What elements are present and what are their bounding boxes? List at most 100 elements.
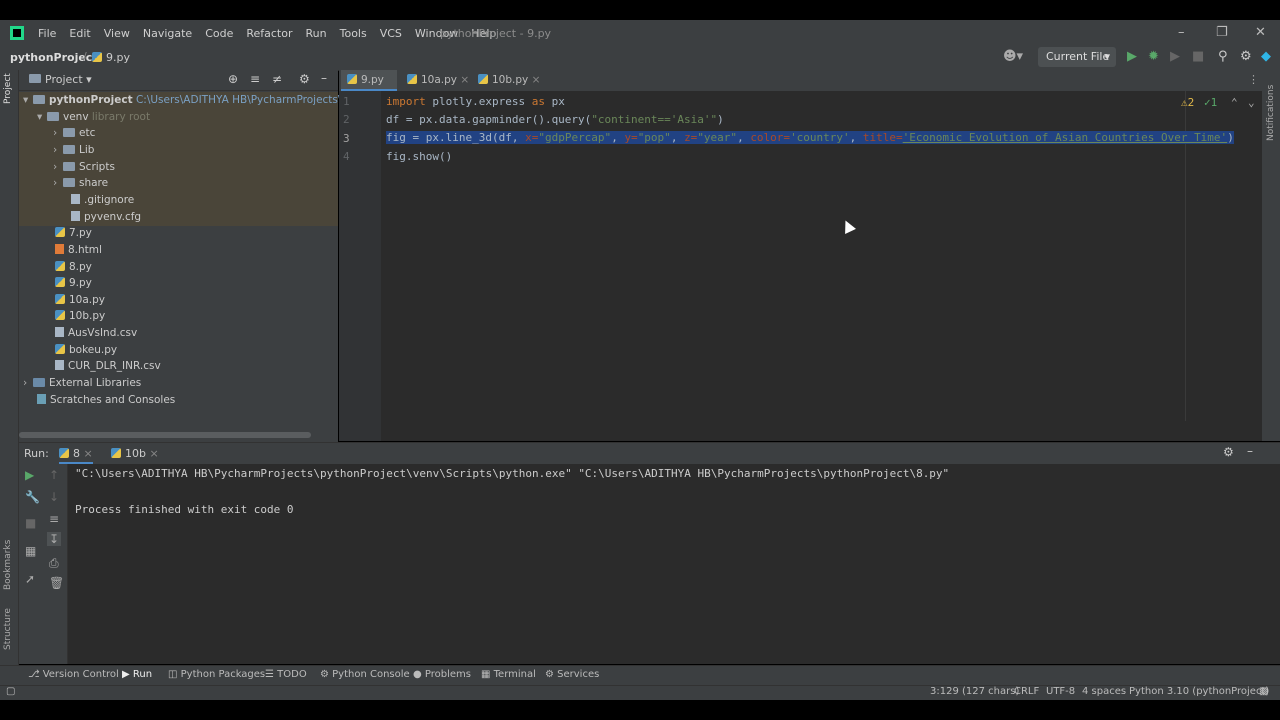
run-configuration-select[interactable]: Current File ▾: [1038, 47, 1116, 67]
expand-all-icon[interactable]: ≡: [250, 72, 260, 86]
close-tab-icon[interactable]: ×: [149, 447, 158, 460]
tool-window-label: Run: [132, 669, 153, 680]
project-view-select[interactable]: Project ▾: [45, 73, 92, 86]
tree-item-file[interactable]: 10a.py: [55, 292, 105, 309]
rerun-icon[interactable]: ▶: [25, 468, 34, 482]
jetbrains-ai-icon[interactable]: ◆: [1261, 49, 1271, 64]
minimize-icon[interactable]: –: [1178, 25, 1185, 40]
menu-tools[interactable]: Tools: [340, 27, 367, 40]
python-file-icon: [55, 294, 65, 304]
tree-item-file[interactable]: bokeu.py: [55, 342, 117, 359]
restore-icon[interactable]: ❐: [1216, 25, 1228, 40]
trash-icon[interactable]: 🗑: [49, 576, 64, 590]
close-tab-icon[interactable]: ×: [532, 74, 541, 86]
debug-icon[interactable]: ✹: [1148, 49, 1159, 64]
user-icon[interactable]: ☻▾: [1003, 49, 1023, 64]
menu-run[interactable]: Run: [306, 27, 327, 40]
close-icon[interactable]: ✕: [1255, 25, 1266, 40]
hide-run-panel-icon[interactable]: –: [1247, 444, 1253, 458]
tree-item-file[interactable]: 8.html: [55, 242, 102, 259]
status-layout-icon[interactable]: ▢: [6, 686, 15, 697]
layout-icon[interactable]: ▦: [25, 544, 36, 558]
tree-item-folder[interactable]: › Scripts: [53, 159, 115, 176]
settings-gear-icon[interactable]: ⚙: [1240, 49, 1252, 64]
tab-10b-py[interactable]: 10b.py ×: [472, 70, 550, 91]
down-arrow-icon[interactable]: ↓: [49, 490, 59, 504]
menu-navigate[interactable]: Navigate: [143, 27, 192, 40]
status-caret-position[interactable]: 3:129 (127 chars): [930, 686, 1019, 697]
code-token: fig = px.line_3d(df,: [386, 131, 526, 144]
tab-10a-py[interactable]: 10a.py ×: [401, 70, 479, 91]
status-interpreter[interactable]: Python 3.10 (pythonProject): [1129, 686, 1269, 697]
stop-icon[interactable]: ■: [1192, 49, 1204, 64]
tool-python-console[interactable]: ⚙ Python Console: [320, 669, 410, 680]
tab-9-py[interactable]: 9.py ×: [341, 70, 397, 107]
coverage-icon[interactable]: ▶: [1170, 49, 1180, 64]
menu-edit[interactable]: Edit: [69, 27, 90, 40]
status-indent[interactable]: 4 spaces: [1082, 686, 1126, 697]
run-tab-10b[interactable]: 10b ×: [111, 447, 159, 460]
horizontal-scrollbar[interactable]: [19, 432, 311, 438]
tool-services[interactable]: ⚙ Services: [545, 669, 599, 680]
tree-item-file[interactable]: CUR_DLR_INR.csv: [55, 358, 161, 375]
tool-python-packages[interactable]: ◫ Python Packages: [168, 669, 265, 680]
soft-wrap-icon[interactable]: ≡: [49, 512, 59, 526]
status-lock-icon[interactable]: ▩: [1259, 686, 1268, 697]
locate-icon[interactable]: ⊕: [228, 72, 238, 86]
panel-settings-gear-icon[interactable]: ⚙: [299, 72, 310, 86]
inspection-warning-count[interactable]: ⚠2: [1181, 96, 1194, 109]
tree-item-file[interactable]: 8.py: [55, 259, 92, 276]
menu-vcs[interactable]: VCS: [380, 27, 402, 40]
breadcrumb-file[interactable]: 9.py: [92, 51, 130, 64]
next-highlight-icon[interactable]: ⌄: [1248, 96, 1255, 109]
more-tabs-icon[interactable]: ⋮: [1248, 73, 1259, 86]
tree-item-file[interactable]: AusVsInd.csv: [55, 325, 137, 342]
wrench-icon[interactable]: 🔧: [25, 490, 40, 504]
status-line-separator[interactable]: CRLF: [1014, 686, 1039, 697]
tree-item-venv[interactable]: ▾ venv library root: [37, 109, 150, 126]
tool-problems[interactable]: ● Problems: [413, 669, 471, 680]
tree-item-file[interactable]: 7.py: [55, 225, 92, 242]
code-token: z=: [684, 131, 698, 144]
tree-item-folder[interactable]: › etc: [53, 125, 95, 142]
print-icon[interactable]: ⎙: [49, 556, 59, 571]
collapse-all-icon[interactable]: ≠: [272, 72, 282, 86]
tree-item-file[interactable]: 10b.py: [55, 308, 105, 325]
close-tab-icon[interactable]: ×: [460, 74, 469, 86]
inspection-ok-count[interactable]: ✓1: [1204, 96, 1217, 109]
status-encoding[interactable]: UTF-8: [1046, 686, 1075, 697]
pin-icon[interactable]: ➚: [25, 572, 35, 586]
up-arrow-icon[interactable]: ↑: [49, 468, 59, 482]
tree-item-file[interactable]: .gitignore: [71, 192, 134, 209]
menu-view[interactable]: View: [104, 27, 130, 40]
previous-highlight-icon[interactable]: ⌃: [1231, 96, 1238, 109]
bookmarks-tool-label[interactable]: Bookmarks: [3, 540, 13, 590]
notifications-tool-label[interactable]: Notifications: [1266, 85, 1276, 141]
tree-item-file[interactable]: pyvenv.cfg: [71, 209, 141, 226]
tree-item-folder[interactable]: › share: [53, 175, 108, 192]
structure-tool-label[interactable]: Structure: [3, 608, 13, 650]
search-icon[interactable]: ⚲: [1218, 49, 1228, 64]
hide-panel-icon[interactable]: –: [321, 71, 327, 85]
tree-item-scratches[interactable]: Scratches and Consoles: [37, 392, 175, 409]
menu-refactor[interactable]: Refactor: [246, 27, 292, 40]
run-console[interactable]: "C:\Users\ADITHYA HB\PycharmProjects\pyt…: [68, 464, 1280, 664]
tool-terminal[interactable]: ▦ Terminal: [481, 669, 536, 680]
tool-run[interactable]: ▶ Run: [122, 669, 152, 680]
run-tab-8[interactable]: 8 ×: [59, 447, 93, 464]
close-tab-icon[interactable]: ×: [84, 447, 93, 460]
tool-version-control[interactable]: ⎇ Version Control: [28, 669, 119, 680]
project-tool-label[interactable]: Project: [3, 73, 13, 104]
menu-code[interactable]: Code: [205, 27, 233, 40]
tool-todo[interactable]: ☰ TODO: [265, 669, 307, 680]
tree-item-folder[interactable]: › Lib: [53, 142, 94, 159]
stop-run-icon[interactable]: ■: [25, 516, 36, 530]
tree-item-file[interactable]: 9.py: [55, 275, 92, 292]
run-icon[interactable]: ▶: [1127, 49, 1137, 64]
code-editor[interactable]: ⚠2 ✓1 ⌃ ⌄ import plotly.express as px df…: [381, 91, 1280, 441]
tree-item-root[interactable]: ▾ pythonProject C:\Users\ADITHYA HB\Pycha…: [23, 92, 385, 109]
menu-file[interactable]: File: [38, 27, 56, 40]
run-settings-gear-icon[interactable]: ⚙: [1223, 445, 1234, 459]
tree-item-external-libraries[interactable]: › External Libraries: [23, 375, 141, 392]
scroll-to-end-icon[interactable]: ↧: [47, 532, 62, 546]
